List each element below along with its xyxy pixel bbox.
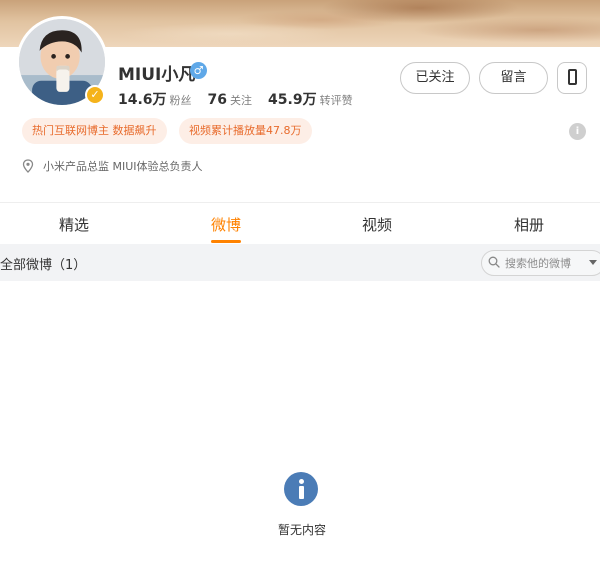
verified-badge-icon: ✓	[85, 85, 105, 105]
info-circle-icon	[284, 472, 318, 506]
tab-featured[interactable]: 精选	[34, 214, 114, 235]
stat-label: 粉丝	[169, 94, 192, 107]
info-icon[interactable]: i	[569, 123, 586, 140]
tab-album[interactable]: 相册	[489, 214, 569, 235]
divider	[0, 202, 600, 203]
tab-weibo[interactable]: 微博	[186, 214, 266, 235]
stat-followers[interactable]: 14.6万 粉丝	[118, 89, 192, 109]
stat-label: 关注	[230, 94, 253, 107]
profile-description: 小米产品总监 MIUI体验总负责人	[43, 160, 203, 173]
follow-button[interactable]: 已关注	[400, 62, 470, 94]
search-icon	[488, 256, 500, 268]
stat-engagement[interactable]: 45.9万 转评赞	[268, 89, 353, 109]
tab-video[interactable]: 视频	[337, 214, 417, 235]
profile-name: MIUI小凡	[118, 65, 196, 85]
stat-value: 14.6万	[118, 92, 167, 108]
male-icon: ♂	[190, 62, 207, 79]
phone-icon	[567, 68, 577, 85]
profile-stats: 14.6万 粉丝 76 关注 45.9万 转评赞	[118, 89, 369, 109]
stat-value: 76	[207, 92, 228, 108]
search-input[interactable]	[505, 254, 585, 272]
hot-blogger-tag[interactable]: 热门互联网博主 数据飙升	[22, 118, 167, 144]
video-views-tag[interactable]: 视频累计播放量47.8万	[179, 118, 312, 144]
stat-following[interactable]: 76 关注	[208, 92, 252, 108]
message-button[interactable]: 留言	[479, 62, 548, 94]
location-icon	[22, 159, 34, 173]
chevron-down-icon[interactable]	[589, 260, 597, 265]
feed-title[interactable]: 全部微博（1）	[0, 254, 86, 273]
empty-state-text: 暂无内容	[277, 523, 326, 537]
active-tab-indicator	[211, 240, 241, 243]
stat-value: 45.9万	[268, 92, 317, 108]
stat-label: 转评赞	[319, 94, 353, 107]
phone-button[interactable]	[557, 62, 587, 94]
